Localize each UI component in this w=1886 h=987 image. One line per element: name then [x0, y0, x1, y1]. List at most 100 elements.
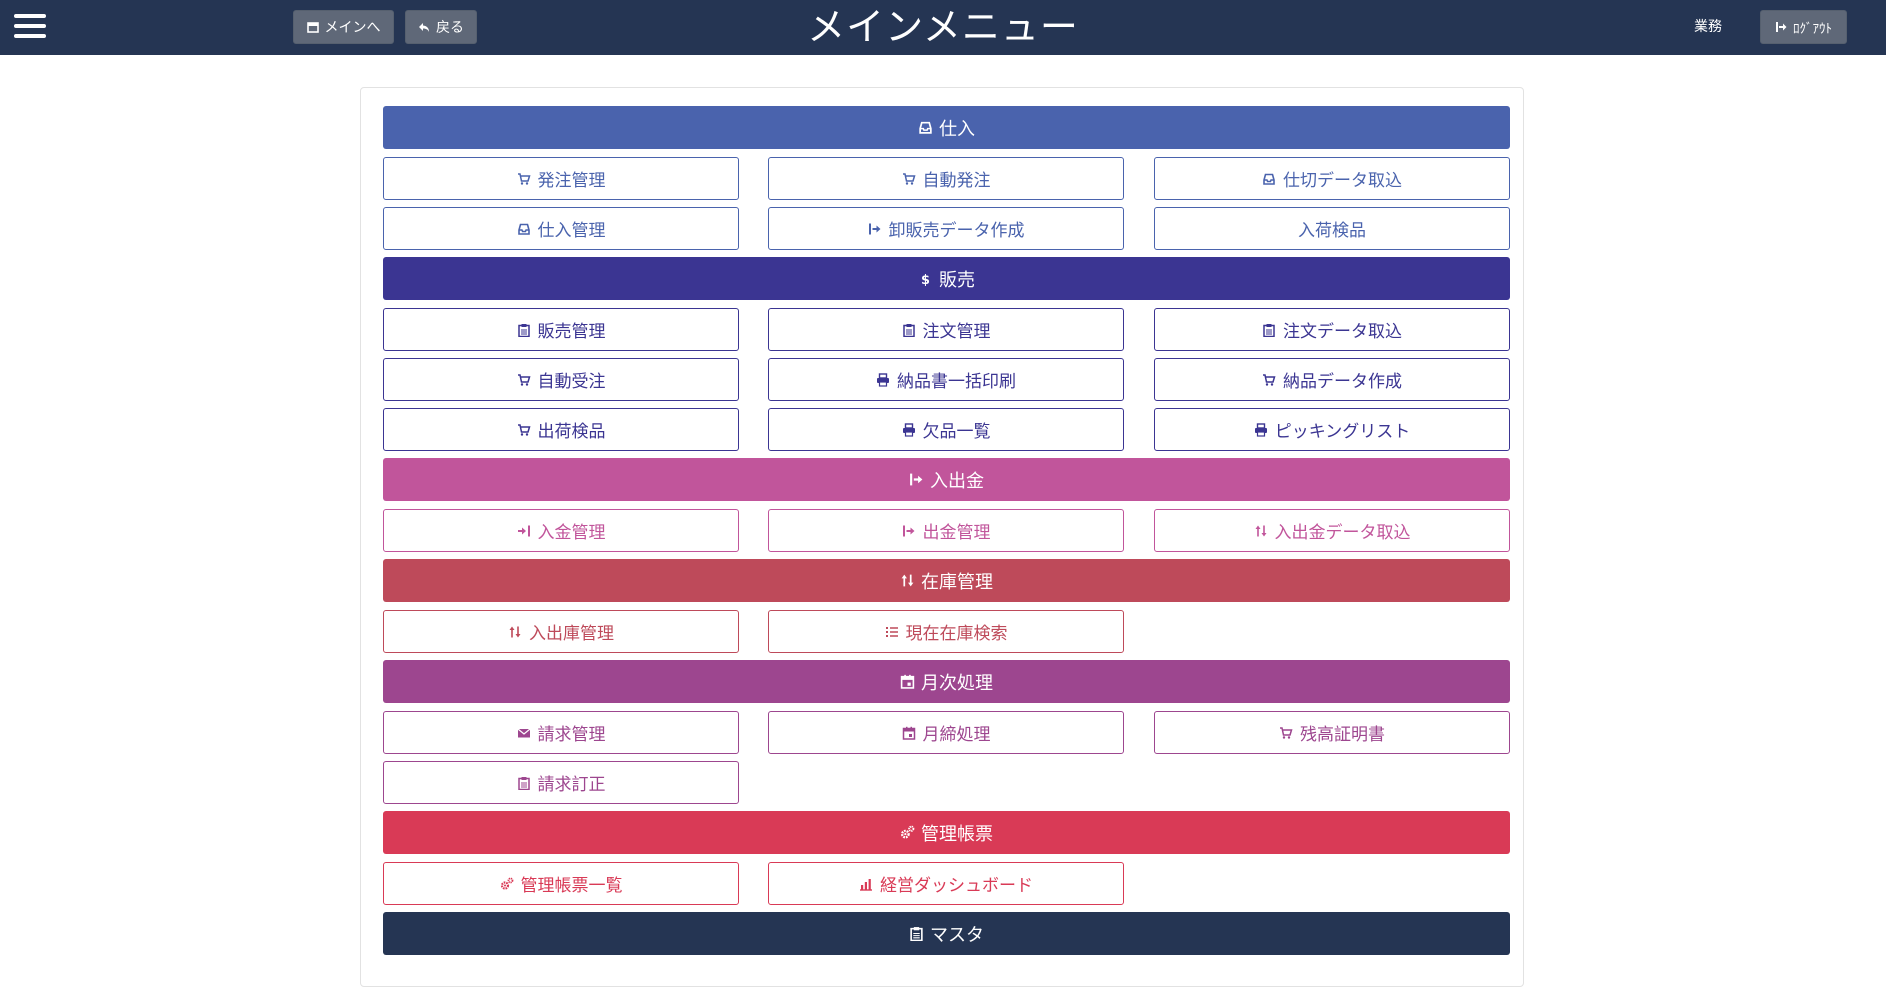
menu-button[interactable]: 月締処理 — [768, 711, 1124, 754]
cart-icon — [517, 172, 531, 185]
clipboard-icon — [910, 927, 923, 941]
menu-button-label: 出荷検品 — [537, 422, 606, 442]
cart-icon — [517, 373, 531, 386]
menu-button-label: 欠品一覧 — [922, 422, 991, 442]
menu-button-label: 請求管理 — [537, 725, 606, 745]
clipboard-icon — [517, 776, 530, 790]
bar-chart-icon — [860, 878, 872, 891]
sort-icon — [901, 574, 914, 587]
menu-button-label: 入出金データ取込 — [1274, 523, 1411, 543]
menu-button[interactable]: 自動発注 — [768, 157, 1124, 200]
section-header: 入出金 — [383, 458, 1510, 501]
menu-button[interactable]: 仕切データ取込 — [1154, 157, 1510, 200]
section-header-label: 在庫管理 — [921, 571, 993, 593]
menu-button-label: 現在在庫検索 — [905, 624, 1008, 644]
menu-button[interactable]: 入荷検品 — [1154, 207, 1510, 250]
clipboard-icon — [902, 323, 915, 337]
section-header: 仕入 — [383, 106, 1510, 149]
section-header: 管理帳票 — [383, 811, 1510, 854]
sort-icon — [509, 626, 521, 637]
menu-button[interactable]: 欠品一覧 — [768, 408, 1124, 451]
menu-button-label: 管理帳票一覧 — [520, 876, 623, 896]
menu-button-label: 納品データ作成 — [1283, 372, 1402, 392]
menu-button-label: 注文管理 — [922, 322, 991, 342]
inbox-icon — [919, 121, 932, 134]
menu-button-label: 入金管理 — [537, 523, 606, 543]
cart-icon — [1280, 726, 1293, 739]
menu-button[interactable]: 納品書一括印刷 — [768, 358, 1124, 401]
sort-icon — [1255, 525, 1266, 536]
section-header-label: 販売 — [939, 269, 975, 291]
menu-button[interactable]: 管理帳票一覧 — [383, 862, 739, 905]
section-header: 在庫管理 — [383, 559, 1510, 602]
dollar-icon: $ — [921, 273, 930, 286]
cart-icon — [517, 423, 531, 436]
clipboard-icon — [517, 323, 530, 337]
menu-button[interactable]: 入金管理 — [383, 509, 739, 552]
menu-button[interactable]: ピッキングリスト — [1154, 408, 1510, 451]
logout-icon — [1776, 22, 1787, 32]
menu-button[interactable]: 卸販売データ作成 — [768, 207, 1124, 250]
section-header-label: 仕入 — [939, 118, 975, 140]
menu-button-label: 自動受注 — [537, 372, 606, 392]
print-icon — [877, 372, 889, 387]
menu-button[interactable]: 現在在庫検索 — [768, 610, 1124, 653]
envelope-icon — [517, 728, 530, 737]
cart-icon — [902, 172, 916, 185]
menu-button[interactable]: 残高証明書 — [1154, 711, 1510, 754]
menu-button-label: 発注管理 — [537, 171, 606, 191]
menu-button-label: 入出庫管理 — [529, 624, 614, 644]
menu-button[interactable]: 納品データ作成 — [1154, 358, 1510, 401]
section-header-label: 管理帳票 — [921, 823, 993, 845]
page-title: メインメニュー — [807, 5, 1079, 49]
section-header-label: マスタ — [930, 924, 984, 946]
menu-button[interactable]: 注文データ取込 — [1154, 308, 1510, 351]
logout-button[interactable]: ﾛｸﾞｱｳﾄ — [1760, 10, 1847, 44]
print-icon — [1254, 422, 1267, 437]
print-icon — [902, 422, 915, 437]
export-icon — [910, 473, 923, 486]
section-header: $ 販売 — [383, 257, 1510, 300]
menu-button-label: ピッキングリスト — [1274, 422, 1411, 442]
menu-button-label: 仕入管理 — [537, 221, 606, 241]
cogs-icon — [900, 825, 915, 839]
menu-button-label: 卸販売データ作成 — [888, 221, 1025, 241]
menu-button-label: 月締処理 — [922, 725, 991, 745]
menu-button-label: 注文データ取込 — [1283, 322, 1402, 342]
menu-button[interactable]: 販売管理 — [383, 308, 739, 351]
logout-button-label: ﾛｸﾞｱｳﾄ — [1793, 21, 1832, 37]
menu-button[interactable]: 注文管理 — [768, 308, 1124, 351]
top-navbar: メインへ 戻る メインメニュー 業務 ﾛｸﾞｱｳﾄ — [0, 0, 1886, 55]
menu-button-label: 納品書一括印刷 — [897, 372, 1016, 392]
menu-button-label: 請求訂正 — [537, 775, 606, 795]
menu-button[interactable]: 入出金データ取込 — [1154, 509, 1510, 552]
section-header: マスタ — [383, 912, 1510, 955]
menu-button[interactable]: 仕入管理 — [383, 207, 739, 250]
calendar-icon — [900, 674, 915, 689]
department-label: 業務 — [1694, 19, 1722, 35]
section-header: 月次処理 — [383, 660, 1510, 703]
menu-button-label: 出金管理 — [922, 523, 991, 543]
menu-button[interactable]: 発注管理 — [383, 157, 739, 200]
inbox-icon — [517, 223, 530, 235]
menu-button-label: 入荷検品 — [1298, 221, 1366, 241]
menu-button[interactable]: 請求管理 — [383, 711, 739, 754]
cart-icon — [1263, 373, 1276, 386]
menu-button[interactable]: 経営ダッシュボード — [768, 862, 1124, 905]
menu-button-label: 残高証明書 — [1300, 725, 1385, 745]
menu-button[interactable]: 請求訂正 — [383, 761, 739, 804]
inbox-icon — [1263, 173, 1275, 185]
section-header-label: 入出金 — [930, 470, 984, 492]
menu-button[interactable]: 自動受注 — [383, 358, 739, 401]
calendar-icon — [902, 726, 915, 740]
export-icon — [868, 223, 880, 234]
menu-button[interactable]: 入出庫管理 — [383, 610, 739, 653]
clipboard-icon — [1263, 323, 1275, 337]
list-icon — [885, 626, 898, 637]
menu-button-label: 販売管理 — [537, 322, 606, 342]
menu-button[interactable]: 出荷検品 — [383, 408, 739, 451]
export-icon — [902, 525, 914, 536]
menu-button-label: 仕切データ取込 — [1283, 171, 1402, 191]
menu-button-label: 経営ダッシュボード — [880, 876, 1033, 896]
menu-button[interactable]: 出金管理 — [768, 509, 1124, 552]
